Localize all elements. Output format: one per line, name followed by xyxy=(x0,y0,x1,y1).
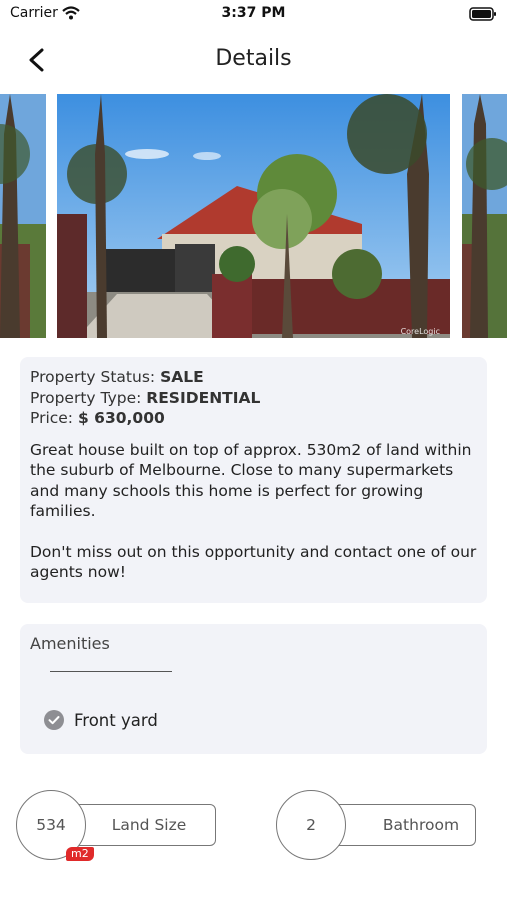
property-price: Price: $ 630,000 xyxy=(30,408,477,429)
page-title: Details xyxy=(215,46,292,71)
price-label: Price: xyxy=(30,409,74,427)
land-size-label: Land Size xyxy=(111,816,187,834)
bathroom-value: 2 xyxy=(306,816,316,834)
battery-icon xyxy=(469,6,497,25)
property-status-value: SALE xyxy=(160,368,204,386)
property-type: Property Type: RESIDENTIAL xyxy=(30,388,477,409)
status-time: 3:37 PM xyxy=(221,5,286,21)
bathroom-label: Bathroom xyxy=(382,816,460,834)
land-size-value: 534 xyxy=(36,816,66,834)
nav-bar: Details xyxy=(0,38,507,82)
property-type-label: Property Type: xyxy=(30,388,142,407)
land-size-stat: Land Size 534 m2 xyxy=(16,790,218,861)
photo-carousel[interactable]: CoreLogic xyxy=(0,94,507,338)
land-size-unit-badge: m2 xyxy=(66,847,94,861)
photo-previous[interactable] xyxy=(0,94,46,338)
photo-next[interactable] xyxy=(462,94,507,338)
property-description: Great house built on top of approx. 530m… xyxy=(30,440,472,521)
bathroom-circle: 2 xyxy=(276,790,346,860)
status-bar: Carrier 3:37 PM xyxy=(0,0,507,28)
bathroom-stat: Bathroom 2 xyxy=(276,790,478,860)
property-status: Property Status: SALE xyxy=(30,367,477,388)
property-type-value: RESIDENTIAL xyxy=(146,388,261,407)
price-value: $ 630,000 xyxy=(77,409,165,427)
property-info-card: Property Status: SALE Property Type: RES… xyxy=(20,357,487,603)
photo-main[interactable]: CoreLogic xyxy=(57,94,450,338)
call-to-action-text: Don't miss out on this opportunity and c… xyxy=(30,542,477,582)
amenities-title: Amenities xyxy=(30,634,110,653)
property-status-label: Property Status: xyxy=(30,368,156,386)
amenity-label: Front yard xyxy=(74,710,158,730)
land-size-pill: Land Size xyxy=(66,804,216,846)
bathroom-pill: Bathroom xyxy=(326,804,476,846)
amenities-divider xyxy=(50,671,172,672)
amenity-item: Front yard xyxy=(44,709,158,731)
amenities-card: Amenities Front yard xyxy=(20,624,487,754)
check-circle-icon xyxy=(44,710,64,730)
photo-watermark: CoreLogic xyxy=(400,327,440,336)
